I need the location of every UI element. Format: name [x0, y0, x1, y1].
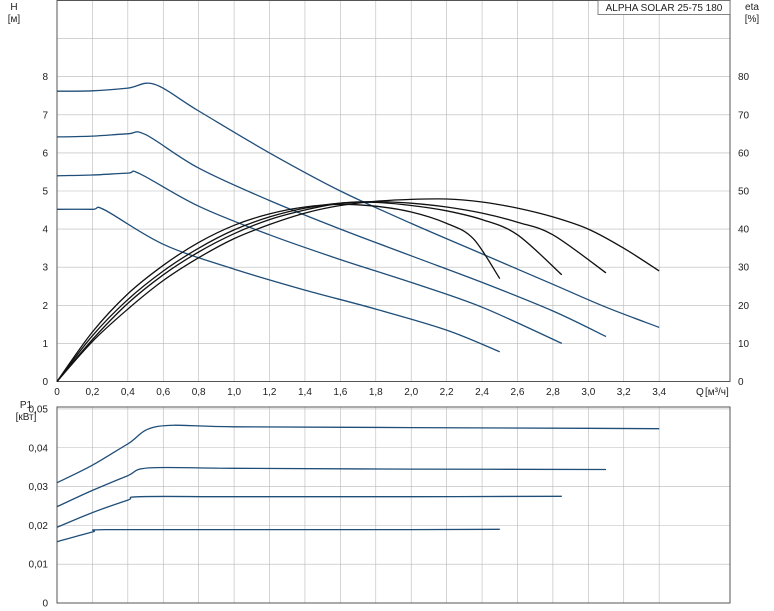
y2-tick-label: 20 [738, 301, 750, 312]
x-tick-label: 0,4 [121, 387, 135, 398]
y-axis-unit-p1: [кВт] [16, 412, 37, 423]
y-tick-label: 2 [42, 301, 48, 312]
y2-axis-label-eta: eta [745, 2, 759, 13]
p1-tick-label: 0,02 [29, 521, 49, 532]
y-tick-label: 4 [42, 225, 48, 236]
y-tick-label: 5 [42, 187, 48, 198]
x-tick-label: 1,6 [333, 387, 347, 398]
x-tick-label: 2,8 [546, 387, 560, 398]
x-tick-label: 1,4 [298, 387, 312, 398]
power-panel-grid [57, 407, 730, 603]
power-curve-2 [56, 466, 607, 508]
x-tick-label: 0,2 [85, 387, 99, 398]
x-tick-label: 3,2 [617, 387, 631, 398]
efficiency-curve-2 [56, 201, 607, 382]
y-tick-label: 1 [42, 339, 48, 350]
y2-tick-label: 0 [738, 377, 744, 388]
x-axis-label-q: Q [696, 387, 704, 398]
y-tick-label: 0 [42, 377, 48, 388]
p1-tick-label: 0,04 [29, 443, 49, 454]
efficiency-curve-1 [56, 198, 660, 382]
p1-tick-label: 0 [42, 599, 48, 610]
power-curve-4 [56, 528, 500, 543]
x-tick-label: 0 [54, 387, 60, 398]
y2-tick-label: 70 [738, 110, 750, 121]
y-tick-label: 6 [42, 148, 48, 159]
x-tick-label: 2,0 [404, 387, 418, 398]
y-axis-label-head: H [10, 2, 17, 13]
power-curve-3 [56, 495, 562, 528]
x-tick-label: 1,0 [227, 387, 241, 398]
y2-tick-label: 80 [738, 72, 750, 83]
y2-tick-label: 30 [738, 263, 750, 274]
efficiency-curve-4 [56, 203, 501, 382]
head-efficiency-curves [56, 82, 660, 382]
y2-tick-label: 40 [738, 225, 750, 236]
y-tick-label: 8 [42, 72, 48, 83]
y-axis-unit-head: [м] [8, 14, 21, 25]
p1-tick-label: 0,03 [29, 482, 49, 493]
y-tick-label: 3 [42, 263, 48, 274]
chart-title: ALPHA SOLAR 25-75 180 [606, 3, 723, 14]
x-tick-label: 3,0 [581, 387, 595, 398]
power-curves [56, 424, 660, 543]
head-curve-2 [56, 131, 607, 338]
x-tick-label: 1,2 [263, 387, 277, 398]
x-tick-label: 1,8 [369, 387, 383, 398]
x-tick-label: 0,6 [156, 387, 170, 398]
x-tick-label: 2,4 [475, 387, 489, 398]
y2-axis-unit-eta: [%] [745, 14, 760, 25]
y2-tick-label: 50 [738, 187, 750, 198]
y2-tick-label: 60 [738, 148, 750, 159]
x-tick-label: 3,4 [652, 387, 666, 398]
y2-tick-label: 10 [738, 339, 750, 350]
x-axis-unit-q: [м³/ч] [705, 387, 729, 398]
power-curve-1 [56, 424, 660, 484]
power-panel-frame [56, 406, 731, 604]
x-tick-label: 2,6 [511, 387, 525, 398]
y-axis-label-p1: P1 [20, 400, 33, 411]
p1-tick-label: 0,01 [29, 560, 49, 571]
y-tick-label: 7 [42, 110, 48, 121]
head-panel-grid [57, 0, 730, 382]
x-tick-label: 0,8 [192, 387, 206, 398]
x-tick-label: 2,2 [440, 387, 454, 398]
pump-curve-chart: 0 0,2 0,4 0,6 0,8 1,0 1,2 1,4 1,6 1,8 2,0 2,2 2,4 2,6… [8, 0, 760, 610]
